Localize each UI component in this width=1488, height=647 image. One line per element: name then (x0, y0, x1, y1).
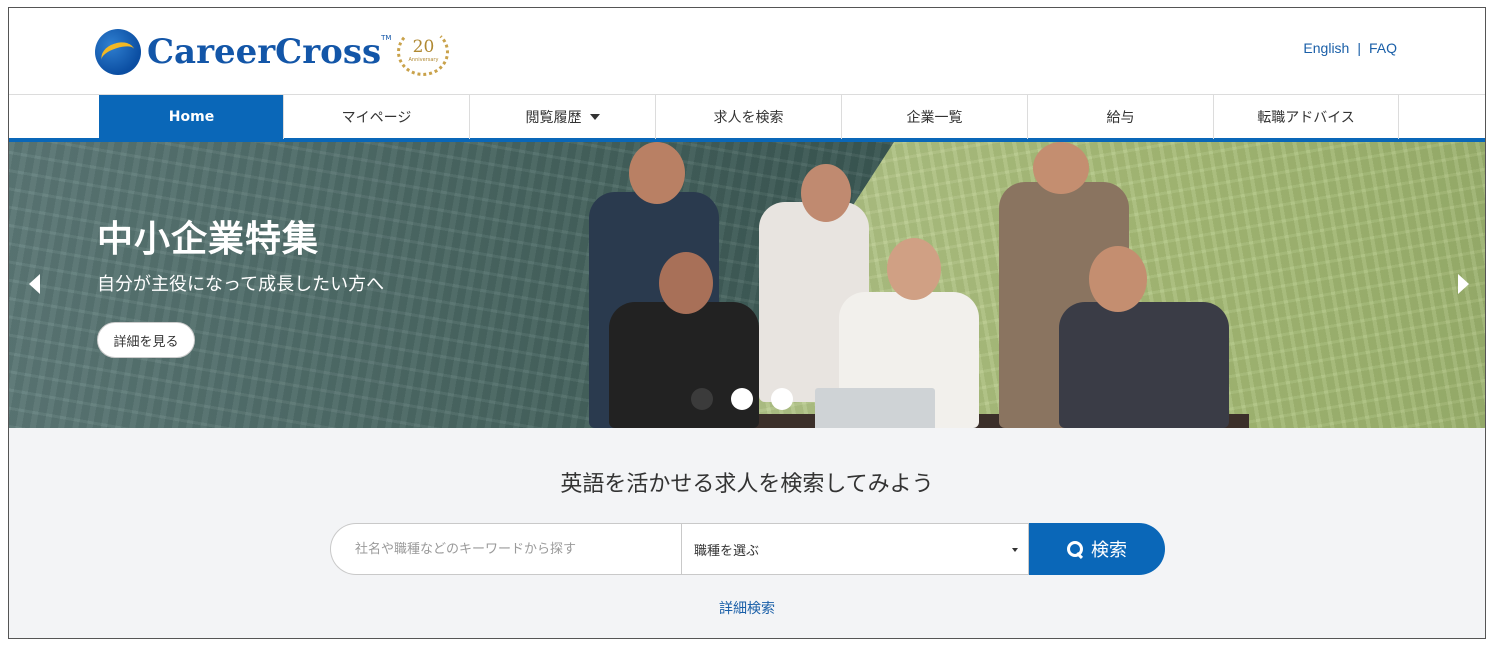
carousel-dot[interactable] (771, 388, 793, 410)
nav-item-salary[interactable]: 給与 (1027, 95, 1213, 139)
hero-title: 中小企業特集 (97, 219, 320, 260)
hero-subtitle: 自分が主役になって成長したい方へ (97, 274, 385, 295)
logo-text: CareerCross (147, 32, 382, 72)
english-link[interactable]: English (1303, 40, 1349, 56)
hero-image-people (569, 142, 1249, 428)
anniversary-number: 20 (412, 37, 435, 57)
carousel-dot[interactable] (691, 388, 713, 410)
nav-item-label: 給与 (1106, 110, 1135, 126)
nav-item-label: マイページ (341, 110, 412, 126)
carousel-dots (691, 388, 793, 410)
search-section: 英語を活かせる求人を検索してみよう 職種を選ぶ 検索 詳細検索 (9, 428, 1485, 638)
nav-item-history[interactable]: 閲覧履歴 (469, 95, 655, 139)
logo[interactable]: CareerCross TM 20 Anniversary (95, 28, 450, 76)
link-separator: | (1357, 40, 1361, 56)
nav-item-home[interactable]: Home (99, 95, 283, 139)
page-frame: CareerCross TM 20 Anniversary English | … (8, 7, 1486, 639)
search-button[interactable]: 検索 (1029, 523, 1165, 575)
job-category-value: 職種を選ぶ (694, 543, 760, 559)
chevron-down-icon (1012, 548, 1018, 552)
nav-item-companies[interactable]: 企業一覧 (841, 95, 1027, 139)
anniversary-badge-icon: 20 Anniversary (397, 28, 450, 76)
chevron-down-icon (589, 114, 600, 120)
search-bar: 職種を選ぶ 検索 (330, 523, 1165, 575)
nav-item-mypage[interactable]: マイページ (283, 95, 469, 139)
careercross-logo-icon (95, 29, 141, 75)
carousel-next-arrow-icon[interactable] (1458, 274, 1469, 294)
search-icon (1067, 541, 1083, 557)
anniversary-sub: Anniversary (408, 57, 439, 63)
nav-item-career-advice[interactable]: 転職アドバイス (1213, 95, 1399, 139)
nav-item-label: 転職アドバイス (1257, 110, 1355, 126)
nav-item-label: 閲覧履歴 (525, 110, 582, 126)
advanced-search-link[interactable]: 詳細検索 (9, 598, 1485, 618)
hero-carousel: 中小企業特集 自分が主役になって成長したい方へ 詳細を見る (9, 142, 1485, 428)
nav-item-job-search[interactable]: 求人を検索 (655, 95, 841, 139)
main-nav: Home マイページ 閲覧履歴 求人を検索 企業一覧 給与 転職アドバイス (9, 94, 1485, 142)
nav-item-label: Home (168, 109, 215, 125)
search-heading: 英語を活かせる求人を検索してみよう (560, 472, 934, 497)
keyword-search-input[interactable] (330, 523, 681, 575)
faq-link[interactable]: FAQ (1369, 40, 1397, 56)
search-button-label: 検索 (1091, 540, 1127, 561)
nav-item-label: 求人を検索 (713, 110, 784, 126)
header: CareerCross TM 20 Anniversary English | … (9, 8, 1485, 94)
carousel-dot[interactable] (731, 388, 753, 410)
hero-details-button[interactable]: 詳細を見る (97, 322, 195, 358)
top-links: English | FAQ (1303, 40, 1397, 56)
nav-item-label: 企業一覧 (906, 110, 963, 126)
carousel-prev-arrow-icon[interactable] (29, 274, 40, 294)
job-category-select[interactable]: 職種を選ぶ (681, 523, 1029, 575)
logo-trademark: TM (381, 34, 392, 42)
